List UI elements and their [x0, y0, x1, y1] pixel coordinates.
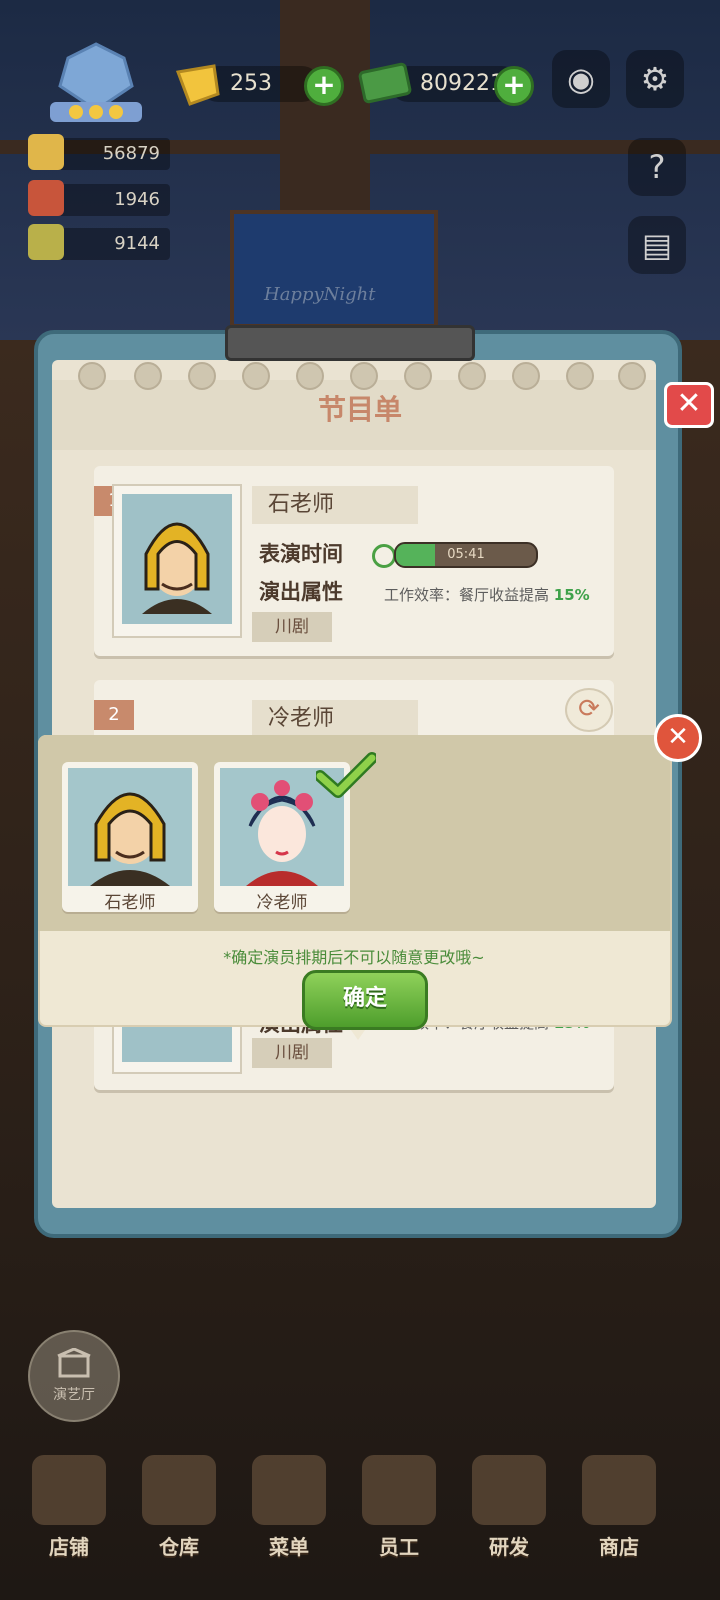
nav-warehouse[interactable]: 仓库 — [124, 1455, 234, 1565]
nav-label: 仓库 — [159, 1535, 199, 1559]
actor-option-name: 冷老师 — [256, 893, 308, 913]
clock-icon — [372, 544, 396, 568]
time-value: 05:41 — [447, 547, 485, 562]
hole — [242, 362, 270, 390]
boxes-icon — [142, 1455, 216, 1525]
schedule-notice: *确定演员排期后不可以随意更改哦~ — [223, 948, 485, 967]
hole — [296, 362, 324, 390]
theater-hall-button[interactable]: 演艺厅 — [28, 1330, 120, 1422]
actor-option-name: 石老师 — [104, 893, 156, 913]
genre-tag: 川剧 — [252, 1038, 332, 1068]
theater-hall-label: 演艺厅 — [53, 1387, 95, 1403]
rank-emblem-icon[interactable] — [36, 40, 156, 130]
refresh-button[interactable]: ⟳ — [565, 688, 613, 732]
coin-pile-icon — [28, 134, 64, 170]
checkmark-icon — [314, 752, 378, 798]
close-icon: ✕ — [667, 722, 689, 752]
paper-holes — [78, 362, 648, 390]
nav-store[interactable]: 商店 — [564, 1455, 674, 1565]
actor-name: 石老师 — [252, 486, 418, 524]
hole — [566, 362, 594, 390]
resource-2-value: 1946 — [114, 189, 160, 210]
popup-close-button[interactable]: ✕ — [654, 714, 702, 762]
opera-actor-male-icon — [68, 768, 192, 886]
panel-close-button[interactable]: ✕ — [664, 382, 714, 428]
program-index: 2 — [94, 700, 134, 730]
stage-sign: HappyNight — [230, 210, 438, 328]
cooking-pot-icon — [472, 1455, 546, 1525]
storefront-icon — [32, 1455, 106, 1525]
resource-row-2: 1946 — [28, 180, 170, 216]
gear-icon: ⚙ — [640, 60, 670, 98]
hole — [350, 362, 378, 390]
gem-icon — [170, 58, 222, 110]
close-icon: ✕ — [676, 386, 702, 421]
hole — [618, 362, 646, 390]
confirm-button[interactable]: 确定 — [302, 970, 428, 1030]
attr-text: 工作效率：餐厅收益提高 — [384, 586, 550, 604]
ticket-icon — [28, 224, 64, 260]
actor-portrait — [112, 484, 242, 638]
gems-value: 253 — [230, 71, 272, 96]
nav-label: 菜单 — [269, 1535, 309, 1559]
settings-button[interactable]: ⚙ — [626, 50, 684, 108]
actor-option-card[interactable]: 石老师 — [62, 762, 198, 913]
cash-value: 809221 — [420, 71, 504, 96]
resource-row-1: 56879 — [28, 134, 170, 170]
theater-icon — [56, 1347, 92, 1380]
notebook-button[interactable]: ▤ — [628, 216, 686, 274]
attr-percent: 15% — [553, 586, 590, 604]
hole — [134, 362, 162, 390]
genre-tag: 川剧 — [252, 612, 332, 642]
nav-shop[interactable]: 店铺 — [14, 1455, 124, 1565]
add-cash-button[interactable]: + — [494, 66, 534, 106]
time-label: 表演时间 — [259, 542, 343, 566]
resource-3-value: 9144 — [114, 233, 160, 254]
hole — [78, 362, 106, 390]
nav-label: 店铺 — [49, 1535, 89, 1559]
book-question-icon: ? — [648, 148, 666, 186]
store-icon — [582, 1455, 656, 1525]
clipboard-clip — [225, 325, 475, 361]
attr-label: 演出属性 — [259, 580, 343, 604]
staff-icon — [362, 1455, 436, 1525]
menu-clipboard-icon — [252, 1455, 326, 1525]
attr-description: 工作效率：餐厅收益提高 15% — [384, 584, 590, 605]
resource-row-3: 9144 — [28, 224, 170, 260]
program-card[interactable]: 1 石老师 表演时间 05:41 演出属性 工作效率：餐厅收益提高 15% 川剧 — [94, 466, 614, 656]
panel-title: 节目单 — [317, 393, 402, 426]
guide-button[interactable]: ? — [628, 138, 686, 196]
dish-icon — [28, 180, 64, 216]
add-gems-button[interactable]: + — [304, 66, 344, 106]
nav-menu[interactable]: 菜单 — [234, 1455, 344, 1565]
hole — [512, 362, 540, 390]
nav-label: 员工 — [379, 1535, 419, 1559]
notebook-icon: ▤ — [641, 226, 673, 264]
resource-1-value: 56879 — [102, 143, 160, 164]
stage-sign-text: HappyNight — [264, 284, 376, 305]
hole — [188, 362, 216, 390]
opera-actor-male-icon — [122, 494, 232, 624]
cash-icon — [358, 58, 412, 108]
camera-icon: ◉ — [567, 60, 595, 98]
nav-research[interactable]: 研发 — [454, 1455, 564, 1565]
hole — [404, 362, 432, 390]
refresh-icon: ⟳ — [578, 694, 600, 724]
nav-label: 商店 — [599, 1535, 639, 1559]
actor-name: 冷老师 — [252, 700, 418, 738]
nav-staff[interactable]: 员工 — [344, 1455, 454, 1565]
camera-button[interactable]: ◉ — [552, 50, 610, 108]
nav-label: 研发 — [489, 1535, 529, 1559]
hole — [458, 362, 486, 390]
performance-time-bar: 05:41 — [394, 542, 538, 568]
